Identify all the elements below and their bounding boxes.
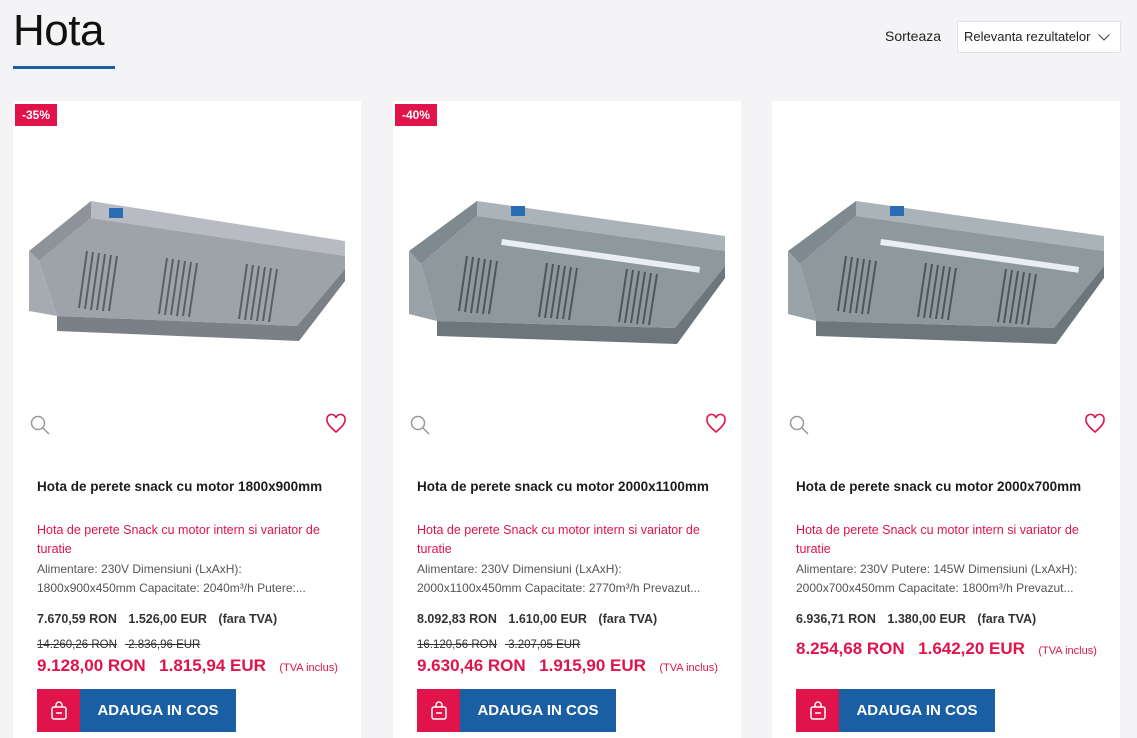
- magnifier-icon[interactable]: [29, 414, 51, 436]
- price-net-ron: 8.092,83 RON: [417, 612, 497, 626]
- product-name[interactable]: Hota de perete snack cu motor 1800x900mm: [37, 479, 347, 494]
- range-hood-image: [409, 201, 725, 344]
- discount-badge: -40%: [395, 104, 438, 126]
- product-subtitle: Hota de perete Snack cu motor intern si …: [417, 523, 700, 556]
- page-title: Hota: [13, 6, 104, 55]
- price-note: (TVA inclus): [659, 662, 718, 674]
- price-net-note: (fara TVA): [977, 612, 1037, 626]
- price-net-note: (fara TVA): [218, 612, 278, 626]
- add-to-cart-label[interactable]: ADAUGA IN COS: [839, 689, 995, 732]
- heart-icon[interactable]: [1084, 413, 1106, 435]
- old-price-eur: 2.836,96 EUR: [128, 639, 201, 651]
- current-price: 9.128,00 RON 1.815,94 EUR (TVA inclus): [37, 656, 338, 676]
- heart-icon[interactable]: [325, 413, 347, 435]
- range-hood-image: [29, 201, 345, 341]
- product-card[interactable]: Hota de perete snack cu motor 2000x700mm…: [772, 101, 1120, 738]
- old-price: 16.120,56 RON 3.207,05 EUR: [417, 639, 588, 651]
- discount-badge: -35%: [15, 104, 58, 126]
- price-eur: 1.815,94 EUR: [159, 656, 266, 675]
- product-subtitle: Hota de perete Snack cu motor intern si …: [796, 523, 1079, 556]
- price-net-eur: 1.380,00 EUR: [887, 612, 966, 626]
- product-image[interactable]: [786, 196, 1106, 356]
- current-price: 9.630,46 RON 1.915,90 EUR (TVA inclus): [417, 656, 718, 676]
- sort-label: Sorteaza: [885, 28, 942, 44]
- price-net-ron: 6.936,71 RON: [796, 612, 876, 626]
- price-note: (TVA inclus): [1038, 645, 1097, 657]
- price-net-note: (fara TVA): [598, 612, 658, 626]
- price-ron: 8.254,68 RON: [796, 639, 905, 658]
- magnifier-icon[interactable]: [409, 414, 431, 436]
- magnifier-icon[interactable]: [788, 414, 810, 436]
- bag-icon[interactable]: [796, 689, 839, 732]
- old-price-eur: 3.207,05 EUR: [508, 639, 581, 651]
- price-net-eur: 1.610,00 EUR: [508, 612, 587, 626]
- bag-icon[interactable]: [417, 689, 460, 732]
- old-price: 14.260,26 RON 2.836,96 EUR: [37, 639, 208, 651]
- product-card[interactable]: -40% Hota de perete snack cu motor 2000x…: [393, 101, 741, 738]
- price-net-ron: 7.670,59 RON: [37, 612, 117, 626]
- product-image[interactable]: [407, 196, 727, 356]
- price-net: 6.936,71 RON 1.380,00 EUR (fara TVA): [796, 612, 1044, 626]
- range-hood-image: [788, 201, 1104, 344]
- add-to-cart-label[interactable]: ADAUGA IN COS: [80, 689, 236, 732]
- heart-icon[interactable]: [705, 413, 727, 435]
- sort-selected-value: Relevanta rezultatelor: [964, 29, 1091, 44]
- product-name[interactable]: Hota de perete snack cu motor 2000x1100m…: [417, 479, 727, 494]
- price-ron: 9.128,00 RON: [37, 656, 146, 675]
- product-description: Alimentare: 230V Dimensiuni (LxAxH): 200…: [417, 562, 701, 595]
- old-price-ron: 16.120,56 RON: [417, 639, 497, 651]
- product-description: Alimentare: 230V Dimensiuni (LxAxH): 180…: [37, 562, 306, 595]
- current-price: 8.254,68 RON 1.642,20 EUR (TVA inclus): [796, 639, 1097, 659]
- price-eur: 1.915,90 EUR: [539, 656, 646, 675]
- chevron-down-icon[interactable]: [1098, 29, 1110, 41]
- add-to-cart-button[interactable]: ADAUGA IN COS: [417, 689, 616, 732]
- product-subtitle: Hota de perete Snack cu motor intern si …: [37, 523, 320, 556]
- bag-icon[interactable]: [37, 689, 80, 732]
- product-name[interactable]: Hota de perete snack cu motor 2000x700mm: [796, 479, 1106, 494]
- add-to-cart-button[interactable]: ADAUGA IN COS: [796, 689, 995, 732]
- old-price-ron: 14.260,26 RON: [37, 639, 117, 651]
- product-image[interactable]: [27, 196, 347, 356]
- product-card[interactable]: -35% Hota de perete snack cu motor 1800x…: [13, 101, 361, 738]
- title-underline: [13, 66, 115, 69]
- price-net: 8.092,83 RON 1.610,00 EUR (fara TVA): [417, 612, 665, 626]
- add-to-cart-label[interactable]: ADAUGA IN COS: [460, 689, 616, 732]
- sort-select[interactable]: Relevanta rezultatelor: [957, 21, 1121, 53]
- price-ron: 9.630,46 RON: [417, 656, 526, 675]
- add-to-cart-button[interactable]: ADAUGA IN COS: [37, 689, 236, 732]
- price-net-eur: 1.526,00 EUR: [128, 612, 207, 626]
- price-note: (TVA inclus): [279, 662, 338, 674]
- price-net: 7.670,59 RON 1.526,00 EUR (fara TVA): [37, 612, 285, 626]
- product-description: Alimentare: 230V Putere: 145W Dimensiuni…: [796, 562, 1078, 595]
- price-eur: 1.642,20 EUR: [918, 639, 1025, 658]
